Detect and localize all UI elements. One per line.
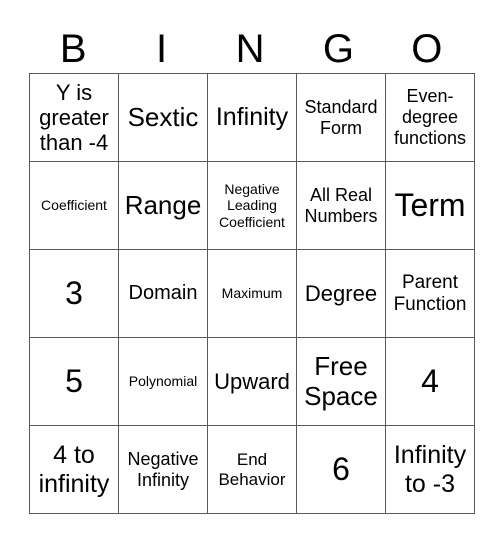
cell-text: Coefficient <box>41 197 107 214</box>
grid-row: 3 Domain Maximum Degree Parent Function <box>29 249 475 338</box>
bingo-cell[interactable]: Even-degree functions <box>385 73 475 162</box>
bingo-cell[interactable]: Sextic <box>118 73 208 162</box>
cell-text: Sextic <box>127 101 199 132</box>
bingo-cell free-space[interactable]: Free Space <box>296 337 386 426</box>
cell-text: All Real Numbers <box>304 184 378 226</box>
header-letter-o: O <box>411 27 443 71</box>
cell-text: 3 <box>65 275 83 312</box>
bingo-cell[interactable]: Degree <box>296 249 386 338</box>
header-letter-b: B <box>59 27 87 71</box>
grid-row: Coefficient Range Negative Leading Coeff… <box>29 161 475 250</box>
bingo-cell[interactable]: 5 <box>29 337 119 426</box>
cell-text: Even-degree functions <box>393 86 467 148</box>
bingo-cell[interactable]: Coefficient <box>29 161 119 250</box>
cell-text: 4 <box>421 363 439 400</box>
cell-text: Upward <box>214 368 290 394</box>
bingo-header: B I N G O <box>29 26 471 72</box>
cell-text: 4 to infinity <box>38 440 110 498</box>
cell-text: Infinity <box>215 103 289 132</box>
cell-text: Range <box>124 189 202 220</box>
cell-text: 6 <box>332 451 350 488</box>
bingo-cell[interactable]: Term <box>385 161 475 250</box>
bingo-grid: Y is greater than -4 Sextic Infinity Sta… <box>29 73 475 514</box>
cell-text: Parent Function <box>393 271 467 315</box>
bingo-cell[interactable]: End Behavior <box>207 425 297 514</box>
bingo-cell[interactable]: 3 <box>29 249 119 338</box>
cell-text: Domain <box>128 282 198 304</box>
grid-row: 4 to infinity Negative Infinity End Beha… <box>29 425 475 514</box>
cell-text: Negative Infinity <box>127 448 199 490</box>
cell-text: 5 <box>65 363 83 400</box>
cell-text: Free Space <box>304 350 378 411</box>
header-letter-n: N <box>235 27 265 71</box>
header-letter-i: I <box>156 27 168 71</box>
bingo-cell[interactable]: Maximum <box>207 249 297 338</box>
bingo-cell[interactable]: Range <box>118 161 208 250</box>
cell-text: Polynomial <box>128 373 198 390</box>
cell-text: Degree <box>304 280 378 306</box>
header-letter-g: G <box>322 27 354 71</box>
cell-text: Standard Form <box>304 96 378 138</box>
bingo-cell[interactable]: Infinity to -3 <box>385 425 475 514</box>
cell-text: Term <box>394 187 466 224</box>
bingo-cell[interactable]: All Real Numbers <box>296 161 386 250</box>
bingo-cell[interactable]: 4 <box>385 337 475 426</box>
cell-text: Negative Leading Coefficient <box>219 181 285 230</box>
bingo-cell[interactable]: Polynomial <box>118 337 208 426</box>
bingo-cell[interactable]: Standard Form <box>296 73 386 162</box>
bingo-cell[interactable]: 6 <box>296 425 386 514</box>
cell-text: Infinity to -3 <box>393 440 467 498</box>
grid-row: 5 Polynomial Upward Free Space 4 <box>29 337 475 426</box>
bingo-cell[interactable]: Parent Function <box>385 249 475 338</box>
cell-text: Maximum <box>221 285 283 302</box>
cell-text: End Behavior <box>218 449 286 489</box>
bingo-cell[interactable]: Infinity <box>207 73 297 162</box>
bingo-cell[interactable]: Y is greater than -4 <box>29 73 119 162</box>
cell-text: Y is greater than -4 <box>39 79 109 156</box>
bingo-cell[interactable]: Negative Infinity <box>118 425 208 514</box>
bingo-cell[interactable]: Upward <box>207 337 297 426</box>
bingo-cell[interactable]: Negative Leading Coefficient <box>207 161 297 250</box>
grid-row: Y is greater than -4 Sextic Infinity Sta… <box>29 73 475 162</box>
bingo-cell[interactable]: 4 to infinity <box>29 425 119 514</box>
bingo-cell[interactable]: Domain <box>118 249 208 338</box>
